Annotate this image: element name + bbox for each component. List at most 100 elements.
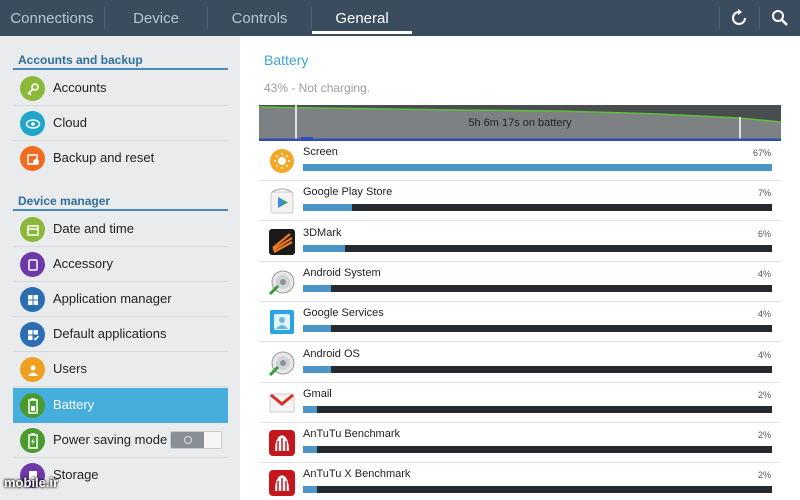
usage-bar-track xyxy=(303,244,772,252)
app-usage-percent: 4% xyxy=(757,268,771,279)
sidebar-item-label: Application manager xyxy=(53,291,172,306)
usage-bar-track xyxy=(303,486,772,494)
app-row-antutu-benchmark[interactable]: AnTuTu Benchmark 2% xyxy=(259,423,781,464)
battery-usage-graph[interactable]: 5h 6m 17s on battery xyxy=(258,105,782,141)
watermark: mobile.ir xyxy=(4,475,59,490)
battery-icon xyxy=(20,393,45,418)
icon-divider xyxy=(719,7,720,29)
app-row-antutu-x-benchmark[interactable]: AnTuTu X Benchmark 2% xyxy=(259,463,781,500)
app-name: AnTuTu Benchmark xyxy=(303,428,401,441)
sidebar-item-label: Date and time xyxy=(53,221,134,236)
grid-icon xyxy=(20,287,45,312)
sidebar-item-application-manager[interactable]: Application manager xyxy=(13,282,228,317)
sidebar-item-label: Accessory xyxy=(53,256,113,271)
sidebar-item-label: Cloud xyxy=(53,115,87,130)
app-usage-percent: 2% xyxy=(757,389,771,400)
usage-bar-track xyxy=(303,446,772,454)
section-divider xyxy=(13,68,228,70)
settings-sidebar[interactable]: Accounts and backup Accounts Cloud Backu… xyxy=(0,36,240,500)
app-row-google-services[interactable]: Google Services 4% xyxy=(259,302,781,343)
tab-controls[interactable]: Controls xyxy=(208,0,311,36)
battery-graph-label: 5h 6m 17s on battery xyxy=(468,117,572,129)
sidebar-item-label: Default applications xyxy=(53,326,167,341)
app-usage-percent: 7% xyxy=(757,188,771,199)
sidebar-item-date-time[interactable]: Date and time xyxy=(13,212,228,247)
usage-bar-track xyxy=(303,284,772,292)
usage-bar-fill xyxy=(303,244,345,252)
sidebar-item-default-applications[interactable]: Default applications xyxy=(13,317,228,352)
usage-bar-fill xyxy=(303,325,331,333)
android-system-icon xyxy=(268,268,296,296)
app-name: AnTuTu X Benchmark xyxy=(303,468,411,481)
app-row-screen[interactable]: Screen 67% xyxy=(259,141,781,181)
app-row-gmail[interactable]: Gmail 2% xyxy=(259,383,781,423)
antutu-icon xyxy=(268,429,296,457)
brightness-icon xyxy=(268,147,296,175)
sidebar-item-label: Users xyxy=(53,361,87,376)
default-apps-icon xyxy=(20,322,45,347)
usage-bar-fill xyxy=(303,284,331,292)
page-title: Battery xyxy=(264,52,309,68)
app-row-android-system[interactable]: Android System 4% xyxy=(259,262,781,302)
icon-divider xyxy=(759,7,760,29)
usage-bar-track xyxy=(303,405,772,413)
backup-reset-icon xyxy=(20,146,45,171)
usage-bar-track xyxy=(303,365,772,373)
tab-connections[interactable]: Connections xyxy=(0,0,104,36)
power-saving-toggle[interactable] xyxy=(170,431,222,449)
app-row-google-play-store[interactable]: Google Play Store 7% xyxy=(259,181,781,222)
app-name: Google Services xyxy=(303,307,384,320)
usage-bar-fill xyxy=(303,204,352,212)
sidebar-item-backup-reset[interactable]: Backup and reset xyxy=(13,141,228,176)
key-icon xyxy=(20,76,45,101)
sidebar-item-cloud[interactable]: Cloud xyxy=(13,106,228,141)
sidebar-item-accounts[interactable]: Accounts xyxy=(13,71,228,106)
battery-status-text: 43% - Not charging. xyxy=(264,81,371,95)
section-header-device-manager: Device manager xyxy=(18,194,111,208)
refresh-icon[interactable] xyxy=(721,0,757,36)
app-usage-percent: 67% xyxy=(752,148,771,158)
app-usage-percent: 2% xyxy=(757,470,771,481)
sidebar-item-accessory[interactable]: Accessory xyxy=(13,247,228,282)
sidebar-item-label: Power saving mode xyxy=(53,432,168,447)
google-services-icon xyxy=(268,308,296,336)
usage-bar-track xyxy=(303,164,772,171)
app-name: Google Play Store xyxy=(303,186,393,199)
sidebar-item-label: Backup and reset xyxy=(53,150,155,165)
app-name: Android System xyxy=(303,266,381,279)
antutu-x-icon xyxy=(268,469,296,497)
app-row-3dmark[interactable]: 3DMark 6% xyxy=(259,222,781,262)
tab-device[interactable]: Device xyxy=(105,0,207,36)
sidebar-item-users[interactable]: Users xyxy=(13,352,228,387)
usage-bar-fill xyxy=(303,365,331,373)
usage-bar-fill xyxy=(303,405,317,413)
app-name: Screen xyxy=(303,146,338,158)
usage-bar-track xyxy=(303,325,772,333)
accessory-icon xyxy=(20,252,45,277)
sidebar-item-label: Accounts xyxy=(53,80,107,95)
usage-bar-fill xyxy=(303,164,772,171)
calendar-icon xyxy=(20,217,45,242)
search-icon[interactable] xyxy=(762,0,798,36)
sidebar-item-battery[interactable]: Battery xyxy=(13,388,228,423)
app-name: Android OS xyxy=(303,347,360,360)
app-name: 3DMark xyxy=(303,226,342,239)
app-usage-percent: 2% xyxy=(757,430,771,441)
app-usage-percent: 4% xyxy=(757,349,771,360)
app-name: Gmail xyxy=(303,387,332,400)
users-icon xyxy=(20,357,45,382)
app-usage-percent: 4% xyxy=(757,309,771,320)
top-tab-bar: Connections Device Controls General xyxy=(0,0,800,36)
sidebar-item-power-saving-mode[interactable]: Power saving mode xyxy=(13,423,228,458)
android-os-icon xyxy=(268,349,296,377)
app-row-android-os[interactable]: Android OS 4% xyxy=(259,343,781,383)
divider xyxy=(13,386,228,387)
3dmark-icon xyxy=(268,228,296,256)
sidebar-item-label: Battery xyxy=(53,397,95,412)
play-store-icon xyxy=(268,187,296,215)
usage-bar-track xyxy=(303,204,772,212)
cloud-eye-icon xyxy=(20,111,45,136)
section-divider xyxy=(13,209,228,211)
battery-detail-pane[interactable]: Battery 43% - Not charging. 5h 6m 17s on… xyxy=(240,36,800,500)
usage-bar-fill xyxy=(303,486,317,494)
